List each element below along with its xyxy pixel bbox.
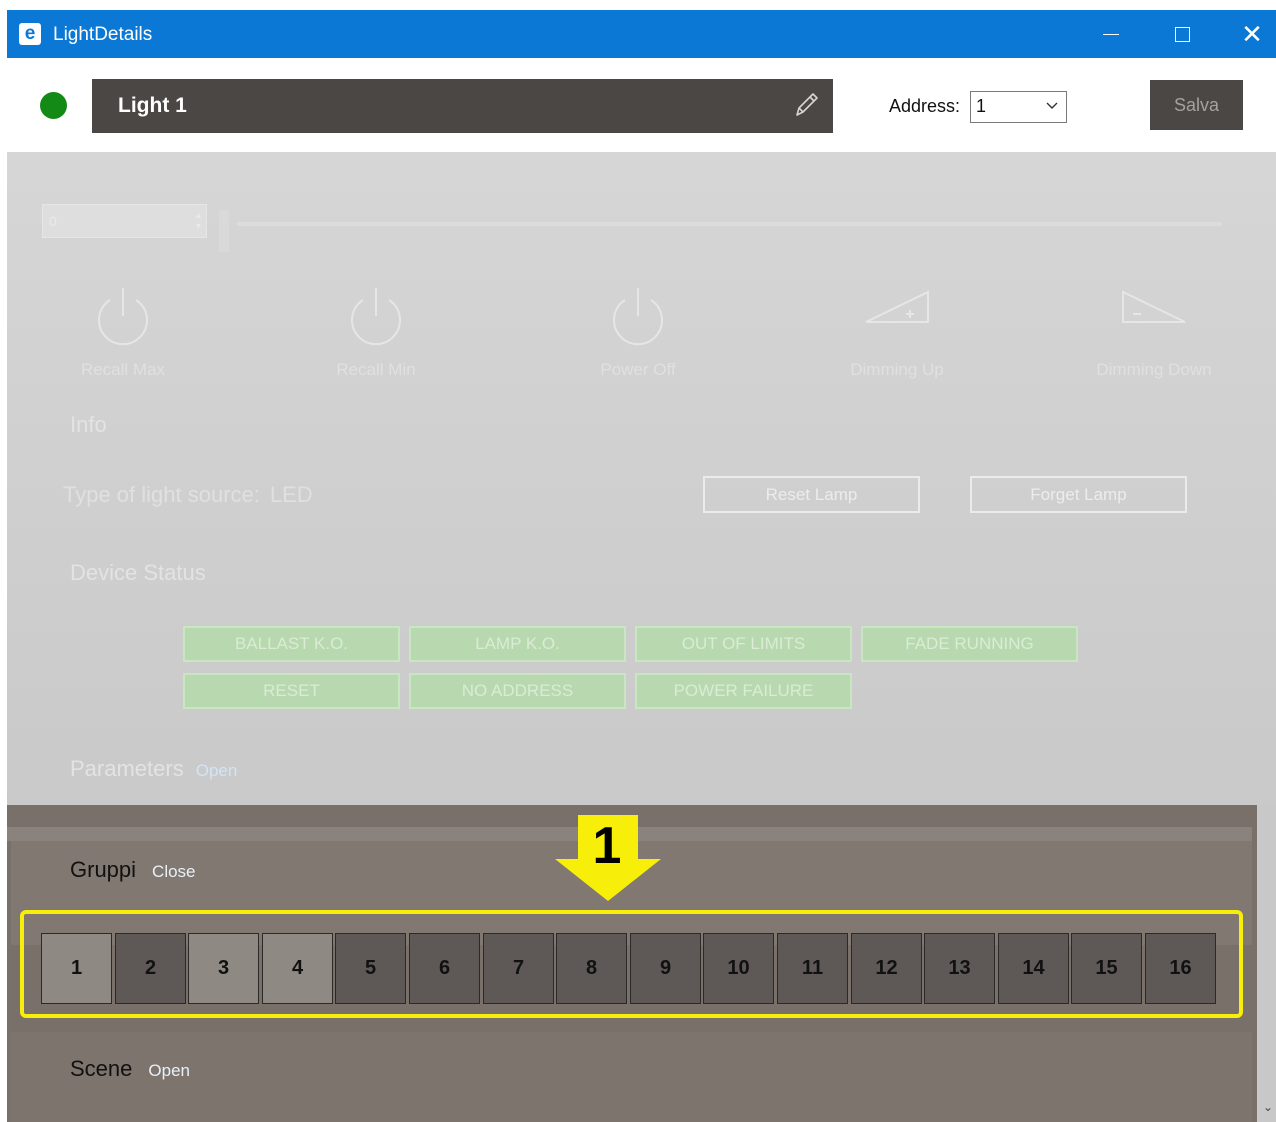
vertical-scrollbar[interactable] <box>1257 805 1276 1122</box>
maximize-button[interactable] <box>1147 10 1217 58</box>
power-icon <box>98 288 148 346</box>
forget-lamp-button[interactable]: Forget Lamp <box>970 476 1187 513</box>
dimming-down-icon <box>1122 290 1186 323</box>
window-title: LightDetails <box>53 24 153 45</box>
recall-min-button[interactable]: Recall Min <box>291 282 461 380</box>
disabled-controls-area: 0 ▴ ▾ Recall Max Recall Min Power Off Di… <box>7 152 1276 808</box>
info-section-title: Info <box>70 412 107 437</box>
light-name: Light 1 <box>118 94 187 117</box>
status-flag-no-address: NO ADDRESS <box>409 673 626 709</box>
groups-section-header: Gruppi Close <box>70 857 196 883</box>
group-button-3[interactable]: 3 <box>188 933 259 1004</box>
close-button[interactable]: ✕ <box>1217 10 1276 58</box>
chevron-down-icon <box>1046 102 1058 109</box>
status-flag-ballast-ko: BALLAST K.O. <box>183 626 400 662</box>
groups-title: Gruppi <box>70 857 137 882</box>
status-flag-fade-running: FADE RUNNING <box>861 626 1078 662</box>
recall-max-button[interactable]: Recall Max <box>38 282 208 380</box>
save-button[interactable]: Salva <box>1150 80 1243 130</box>
group-button-12[interactable]: 12 <box>851 933 922 1004</box>
light-details-window: e LightDetails ✕ Light 1 Address: 1 Salv… <box>7 10 1276 1122</box>
power-off-label: Power Off <box>600 360 676 379</box>
scroll-down-icon[interactable]: ⌄ <box>1263 1100 1273 1114</box>
address-label: Address: <box>889 96 961 116</box>
power-off-button[interactable]: Power Off <box>553 282 723 380</box>
parameters-title: Parameters <box>70 756 184 781</box>
minimize-button[interactable] <box>1076 10 1146 58</box>
group-button-15[interactable]: 15 <box>1071 933 1142 1004</box>
online-status-indicator <box>40 92 67 119</box>
group-button-11[interactable]: 11 <box>777 933 848 1004</box>
scene-section-header: Scene Open <box>70 1056 190 1082</box>
dim-slider-handle[interactable] <box>219 210 229 252</box>
group-button-14[interactable]: 14 <box>998 933 1069 1004</box>
group-button-5[interactable]: 5 <box>335 933 406 1004</box>
group-button-9[interactable]: 9 <box>630 933 701 1004</box>
dim-level-value: 0 <box>49 213 57 229</box>
address-select[interactable]: 1 <box>970 91 1067 123</box>
group-button-4[interactable]: 4 <box>262 933 333 1004</box>
spinner-arrows-icon: ▴ ▾ <box>195 210 201 232</box>
dim-level-spinner[interactable]: 0 ▴ ▾ <box>42 204 207 238</box>
callout-number: 1 <box>592 817 622 875</box>
group-button-2[interactable]: 2 <box>115 933 186 1004</box>
light-name-field[interactable]: Light 1 <box>92 79 833 133</box>
scene-panel <box>11 1032 1252 1122</box>
group-button-7[interactable]: 7 <box>483 933 554 1004</box>
scene-title: Scene <box>70 1056 133 1081</box>
device-status-title: Device Status <box>70 560 206 585</box>
address-value: 1 <box>976 96 987 116</box>
status-flag-out-of-limits: OUT OF LIMITS <box>635 626 852 662</box>
status-flag-reset: RESET <box>183 673 400 709</box>
status-flag-power-failure: POWER FAILURE <box>635 673 852 709</box>
light-source-value: LED <box>269 482 313 507</box>
dimming-up-icon <box>865 290 929 323</box>
light-source-row: Type of light source: LED <box>63 482 313 508</box>
group-button-13[interactable]: 13 <box>924 933 995 1004</box>
dimming-down-button[interactable]: Dimming Down <box>1069 282 1239 380</box>
group-button-8[interactable]: 8 <box>556 933 627 1004</box>
group-button-16[interactable]: 16 <box>1145 933 1216 1004</box>
status-flag-lamp-ko: LAMP K.O. <box>409 626 626 662</box>
parameters-open-link[interactable]: Open <box>196 761 238 780</box>
dimming-up-label: Dimming Up <box>850 360 944 379</box>
light-header: Light 1 Address: 1 Salva <box>7 58 1276 152</box>
recall-max-label: Recall Max <box>80 360 166 379</box>
title-bar: e LightDetails ✕ <box>7 10 1276 58</box>
dimming-down-label: Dimming Down <box>1096 360 1212 379</box>
light-source-label: Type of light source: <box>63 482 260 507</box>
app-logo-icon: e <box>19 23 41 45</box>
power-icon <box>351 288 401 346</box>
parameters-section-header: Parameters Open <box>70 756 237 782</box>
groups-close-link[interactable]: Close <box>152 862 195 881</box>
dim-level-slider[interactable] <box>237 222 1222 226</box>
group-button-6[interactable]: 6 <box>409 933 480 1004</box>
scene-open-link[interactable]: Open <box>148 1061 190 1080</box>
recall-min-label: Recall Min <box>336 360 416 379</box>
group-button-1[interactable]: 1 <box>41 933 112 1004</box>
edit-pencil-icon[interactable] <box>789 88 823 122</box>
power-icon <box>613 288 663 346</box>
group-button-10[interactable]: 10 <box>703 933 774 1004</box>
reset-lamp-button[interactable]: Reset Lamp <box>703 476 920 513</box>
dimming-up-button[interactable]: Dimming Up <box>812 282 982 380</box>
